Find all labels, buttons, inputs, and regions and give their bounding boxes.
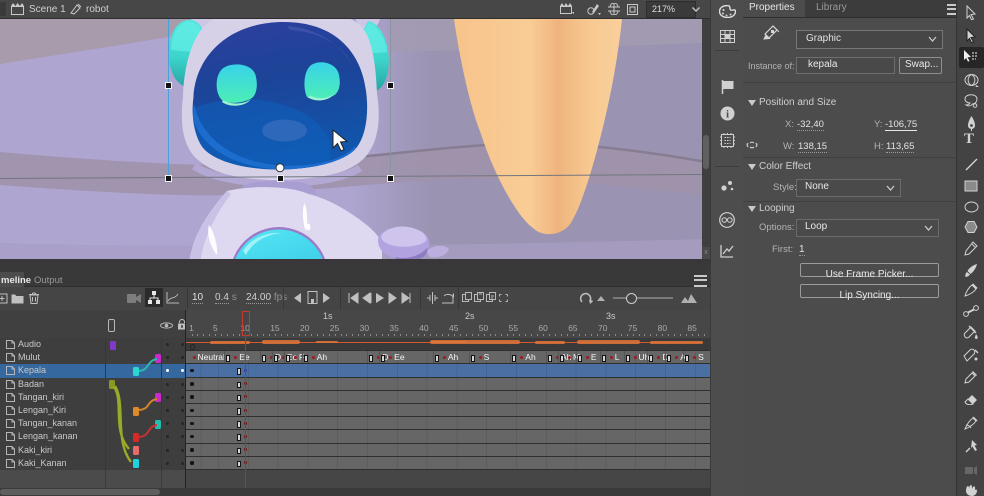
svg-text:i: i <box>726 109 729 121</box>
